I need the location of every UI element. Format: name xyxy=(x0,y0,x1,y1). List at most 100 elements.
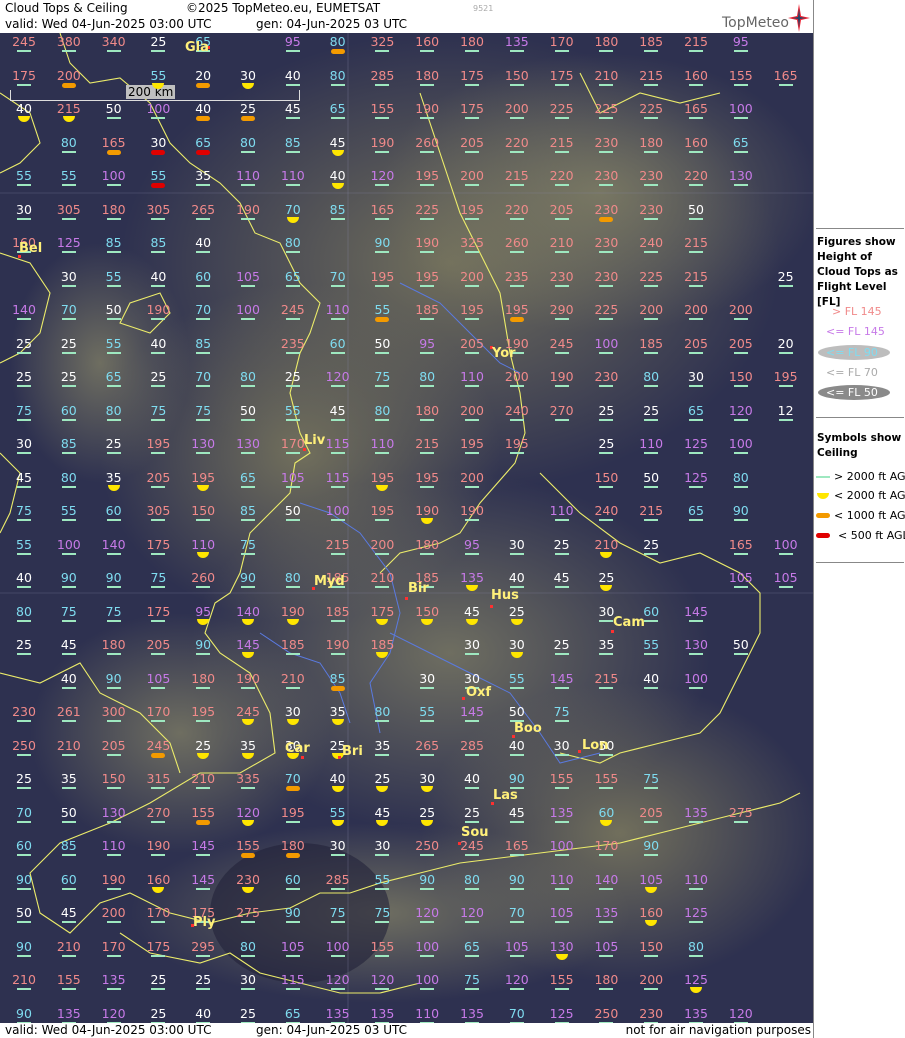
cloud-top-value: 215 xyxy=(415,436,440,451)
cloud-top-value: 230 xyxy=(639,201,664,217)
cloud-top-value: 70 xyxy=(284,201,301,217)
ceiling-line-symbol xyxy=(554,820,569,823)
city-label: Hus xyxy=(491,588,519,603)
ceiling-line-symbol xyxy=(554,854,569,856)
ceiling-line-symbol xyxy=(733,117,748,119)
ceiling-line-symbol xyxy=(285,485,300,488)
cloud-top-value: 45 xyxy=(508,804,525,820)
ceiling-line-symbol xyxy=(61,385,76,387)
cloud-top-value: 45 xyxy=(60,637,77,652)
ceiling-line-symbol xyxy=(375,552,390,555)
cloud-top-value: 95 xyxy=(419,335,436,351)
cloud-top-value: 105 xyxy=(280,469,305,485)
ceiling-line-symbol xyxy=(644,519,659,521)
cloud-top-value: 170 xyxy=(101,938,126,954)
cloud-top-value: 75 xyxy=(643,771,660,786)
ceiling-line-symbol xyxy=(151,988,166,990)
ceiling-line-symbol xyxy=(285,150,300,153)
cloud-top-value: 145 xyxy=(236,637,260,652)
ceiling-line-symbol xyxy=(509,452,524,454)
cloud-top-value: 195 xyxy=(415,168,440,183)
city-label: Bir xyxy=(408,581,429,596)
cloud-top-value: 180 xyxy=(594,972,619,987)
ceiling-line-symbol xyxy=(644,385,659,387)
cloud-top-value: 230 xyxy=(639,1005,664,1021)
cloud-top-value: 245 xyxy=(460,838,484,853)
ceiling-line-symbol xyxy=(375,251,390,253)
cloud-top-value: 135 xyxy=(684,804,708,820)
cloud-top-value: 30 xyxy=(60,268,77,284)
ceiling-red-symbol xyxy=(151,149,166,155)
satellite-map[interactable]: 200 km 245 380 340 25 65 95 80 325 160 180 135 170 1… xyxy=(0,33,813,1023)
legend-divider xyxy=(816,417,904,418)
cloud-top-value: 135 xyxy=(504,34,529,49)
ceiling-line-symbol xyxy=(285,318,300,320)
cloud-top-value: 195 xyxy=(460,436,484,451)
cloud-top-value: 30 xyxy=(16,436,32,451)
ceiling-orange-symbol xyxy=(330,685,345,691)
ceiling-line-symbol xyxy=(285,50,300,52)
ceiling-line-symbol xyxy=(465,787,479,789)
city-label: Oxf xyxy=(466,685,492,700)
ceiling-line-symbol xyxy=(375,351,390,354)
cloud-top-value: 115 xyxy=(325,436,350,451)
ceiling-line-symbol xyxy=(465,519,479,521)
cloud-top-value: 200 xyxy=(460,168,484,183)
ceiling-orange-symbol xyxy=(330,49,345,54)
ceiling-line-symbol xyxy=(420,385,435,387)
cloud-top-value: 85 xyxy=(60,436,77,451)
cloud-top-value: 135 xyxy=(684,1005,708,1021)
cloud-top-value: 185 xyxy=(639,335,664,351)
ceiling-line-symbol xyxy=(733,452,748,454)
ceiling-orange-symbol xyxy=(375,317,390,322)
ceiling-line-symbol xyxy=(554,351,569,354)
cloud-top-value: 60 xyxy=(329,335,346,351)
ceiling-line-symbol xyxy=(330,452,345,454)
cloud-top-value: 170 xyxy=(280,436,305,451)
cloud-top-value: 55 xyxy=(60,168,77,183)
cloud-top-value: 150 xyxy=(594,469,619,485)
cloud-top-value: 50 xyxy=(643,469,660,485)
ceiling-line-symbol xyxy=(151,418,166,421)
cloud-top-value: 295 xyxy=(191,938,216,954)
cloud-top-value: 55 xyxy=(374,871,391,887)
ceiling-line-symbol xyxy=(465,452,479,454)
cloud-top-value: 160 xyxy=(684,134,708,150)
ceiling-line-symbol xyxy=(151,820,166,823)
cloud-top-value: 125 xyxy=(684,469,708,485)
cloud-top-value: 40 xyxy=(195,235,212,250)
cloud-top-value: 200 xyxy=(460,402,484,418)
ceiling-line-symbol xyxy=(151,586,166,588)
ceiling-line-symbol xyxy=(106,653,121,655)
compass-star-icon xyxy=(788,4,810,32)
ceiling-line-symbol xyxy=(151,351,166,354)
cloud-top-value: 225 xyxy=(639,101,664,116)
cloud-top-value: 70 xyxy=(508,905,525,920)
ceiling-line-symbol xyxy=(644,988,659,990)
ceiling-line-symbol xyxy=(465,117,479,119)
cloud-top-value: 100 xyxy=(728,101,753,116)
cloud-top-value: 195 xyxy=(460,201,484,217)
ceiling-line-symbol xyxy=(554,83,569,86)
cloud-top-value: 230 xyxy=(549,268,574,284)
cloud-top-value: 190 xyxy=(460,503,484,518)
ceiling-line-symbol xyxy=(420,83,435,86)
cloud-top-value: 225 xyxy=(594,302,619,317)
ceiling-line-symbol xyxy=(465,418,479,421)
cloud-top-value: 50 xyxy=(60,804,77,820)
cloud-top-value: 190 xyxy=(549,369,574,384)
cloud-top-value: 25 xyxy=(508,603,525,619)
ceiling-line-symbol xyxy=(509,887,524,890)
ceiling-line-symbol xyxy=(599,117,614,119)
cloud-top-value: 155 xyxy=(370,101,395,116)
cloud-top-value: 55 xyxy=(105,268,122,284)
cloud-top-value: 40 xyxy=(284,67,301,83)
cloud-top-value: 30 xyxy=(240,972,256,987)
cloud-top-value: 50 xyxy=(105,101,122,116)
cloud-top-value: 105 xyxy=(146,670,171,686)
cloud-top-value: 50 xyxy=(508,704,525,719)
cloud-top-value: 145 xyxy=(191,871,216,887)
ceiling-line-symbol xyxy=(17,653,31,655)
ceiling-line-symbol xyxy=(285,385,300,387)
cloud-top-value: 95 xyxy=(195,603,212,619)
